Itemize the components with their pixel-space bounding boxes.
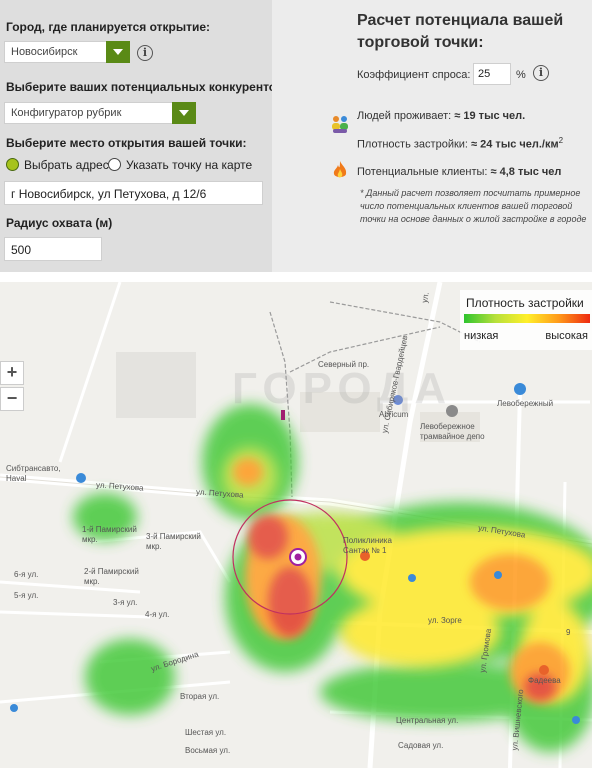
pharmacy-icon	[539, 665, 549, 675]
bus-stop-icon	[494, 571, 502, 579]
mall-icon	[514, 383, 526, 395]
map-label: 2-й Памирский мкр.	[84, 567, 139, 586]
density-sup: 2	[558, 136, 564, 145]
car-dealer-icon	[76, 473, 86, 483]
info-icon[interactable]: i	[533, 65, 549, 81]
zoom-in-button[interactable]: +	[0, 361, 24, 385]
residents-row: Людей проживает: ≈ 19 тыс чел.	[357, 110, 525, 122]
info-icon[interactable]: i	[137, 45, 153, 61]
clients-value: ≈ 4,8 тыс чел	[490, 166, 562, 178]
radio-map-point-label[interactable]: Указать точку на карте	[126, 158, 252, 172]
fire-icon	[333, 161, 347, 178]
map-label: Левобережное трамвайное депо	[420, 422, 485, 441]
bus-stop-icon	[572, 716, 580, 724]
note-body: Данный расчет позволяет посчитать пример…	[360, 188, 587, 224]
radio-address-label[interactable]: Выбрать адрес	[24, 158, 109, 172]
results-title: Расчет потенциала вашей торговой точки:	[357, 12, 564, 51]
density-map[interactable]: ГОРОДА + − Плотность застройки низкая вы…	[0, 282, 592, 768]
map-watermark: ГОРОДА	[232, 364, 453, 413]
chevron-down-icon[interactable]	[106, 41, 130, 63]
demand-unit: %	[516, 69, 526, 81]
map-label: Фадеева	[528, 676, 561, 685]
settings-pane: Город, где планируется открытие: Новосиб…	[0, 0, 288, 272]
map-label: Восьмая ул.	[185, 746, 231, 755]
bus-stop-icon	[10, 704, 18, 712]
map-label: ул.	[420, 291, 431, 304]
legend-title: Плотность застройки	[466, 296, 584, 310]
place-label: Выберите место открытия вашей точки:	[6, 136, 247, 150]
map-label: Центральная ул.	[396, 716, 459, 725]
city-label: Город, где планируется открытие:	[6, 20, 211, 34]
note-mark: *	[360, 188, 364, 198]
calculator-panel: Город, где планируется открытие: Новосиб…	[0, 0, 592, 272]
map-label: Садовая ул.	[398, 741, 444, 750]
map-label: 5-я ул.	[14, 591, 39, 600]
residents-value: ≈ 19 тыс чел.	[454, 110, 526, 122]
bus-stop-icon	[408, 574, 416, 582]
map-label: Вторая ул.	[180, 692, 220, 701]
city-select[interactable]: Новосибирск	[4, 41, 130, 63]
competitors-label: Выберите ваших потенциальных конкурентов…	[6, 80, 288, 94]
demand-input[interactable]: 25	[473, 63, 511, 85]
map-label: 6-я ул.	[14, 570, 39, 579]
map-label: Шестая ул.	[185, 728, 227, 737]
map-label: 9	[566, 628, 571, 637]
clients-row: Потенциальные клиенты: ≈ 4,8 тыс чел	[357, 166, 561, 178]
note-text: * Данный расчет позволяет посчитать прим…	[360, 187, 592, 226]
map-label: 1-й Памирский мкр.	[82, 525, 137, 544]
map-label: Левобережный	[497, 399, 554, 408]
radius-label: Радиус охвата (м)	[6, 216, 113, 230]
map-label: Сибтрансавто, Haval	[6, 464, 61, 483]
map-label: 3-й Памирский мкр.	[146, 532, 201, 551]
zoom-out-button[interactable]: −	[0, 387, 24, 411]
density-value: ≈ 24 тыс чел./км	[471, 138, 559, 151]
map-label: Abricum	[379, 410, 409, 419]
radio-address[interactable]	[6, 158, 19, 171]
map-label: Северный пр.	[318, 360, 370, 369]
density-label: Плотность застройки:	[357, 138, 468, 151]
map-label: 3-я ул.	[113, 598, 138, 607]
radio-map-point[interactable]	[108, 158, 121, 171]
competitors-select-value: Конфигуратор рубрик	[11, 107, 122, 119]
map-label: Поликлиника Сантэк № 1	[343, 536, 392, 555]
people-icon	[332, 116, 348, 133]
legend-low: низкая	[464, 330, 499, 342]
clients-label: Потенциальные клиенты:	[357, 166, 488, 178]
residents-label: Людей проживает:	[357, 110, 452, 122]
city-select-value: Новосибирск	[11, 46, 78, 58]
map-label: ул. Зорге	[428, 616, 462, 625]
map-label: 4-я ул.	[145, 610, 170, 619]
legend-high: высокая	[545, 330, 588, 342]
density-row: Плотность застройки: ≈ 24 тыс чел./км2	[357, 136, 563, 151]
competitors-select[interactable]: Конфигуратор рубрик	[4, 102, 196, 124]
address-input[interactable]: г Новосибирск, ул Петухова, д 12/6	[4, 181, 263, 205]
density-legend: Плотность застройки низкая высокая	[460, 290, 592, 350]
chevron-down-icon[interactable]	[172, 102, 196, 124]
watermark-logo	[116, 352, 196, 418]
radius-input[interactable]: 500	[4, 237, 102, 261]
legend-gradient	[464, 314, 590, 323]
demand-label: Коэффициент спроса:	[357, 69, 471, 81]
